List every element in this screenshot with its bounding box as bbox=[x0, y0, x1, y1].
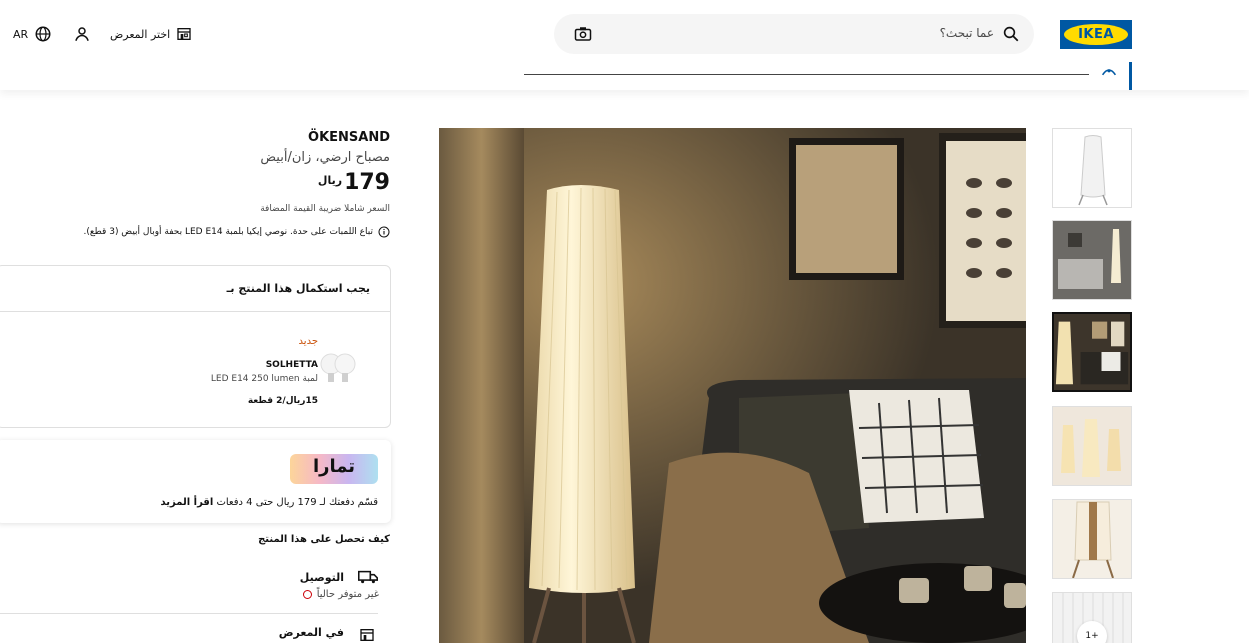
lamp-living-room-photo bbox=[439, 128, 1026, 643]
more-images-button[interactable]: 1+ bbox=[1077, 621, 1107, 643]
unavailable-dot-icon bbox=[302, 590, 312, 599]
required-title: يجب استكمال هذا المنتج بـ bbox=[226, 282, 370, 295]
price-amount: 179 bbox=[344, 170, 390, 195]
store-icon bbox=[177, 28, 191, 40]
bulb-product-image[interactable] bbox=[315, 350, 361, 390]
search-bar[interactable]: عما تبحث؟ bbox=[554, 14, 1034, 54]
product-description: مصباح ارضي، زان/أبيض bbox=[260, 150, 390, 165]
availability-text: غير متوفر حالياً bbox=[316, 589, 379, 600]
thumbnail-image bbox=[1053, 407, 1131, 485]
globe-icon[interactable] bbox=[34, 25, 52, 43]
sub-navigation[interactable] bbox=[524, 67, 1089, 75]
subnav-indicator bbox=[1129, 62, 1132, 90]
thumbnail-image bbox=[1054, 314, 1130, 390]
info-icon bbox=[378, 226, 390, 238]
product-page: IKEA عما تبحث؟ اختر المعرض AR ÖKENSAND م… bbox=[0, 0, 1249, 643]
gallery-thumbnail[interactable] bbox=[1052, 406, 1132, 486]
logo-text: IKEA bbox=[1078, 27, 1114, 42]
thumbnail-image bbox=[1053, 500, 1131, 578]
delivery-availability: غير متوفر حالياً bbox=[302, 589, 379, 600]
accessory-name[interactable]: SOLHETTA bbox=[266, 360, 318, 370]
thumbnail-image bbox=[1053, 221, 1131, 299]
price-currency: ريال bbox=[317, 174, 343, 187]
tamara-logo-text: تمارا bbox=[312, 456, 356, 477]
store-icon bbox=[360, 629, 374, 641]
search-icon[interactable] bbox=[1002, 25, 1020, 43]
bulb-note-text: تباع اللمبات على حدة. نوصي إيكيا بلمبة L… bbox=[83, 227, 373, 237]
in-store-option[interactable]: في المعرض bbox=[279, 626, 344, 639]
vat-note: السعر شاملا ضريبة القيمة المضافة bbox=[260, 204, 390, 214]
language-label[interactable]: AR bbox=[13, 28, 28, 41]
divider bbox=[0, 613, 378, 614]
camera-icon[interactable] bbox=[574, 26, 592, 42]
thumbnail-image bbox=[1078, 135, 1108, 206]
store-selector-label: اختر المعرض bbox=[110, 27, 171, 41]
product-price: ريال 179 bbox=[318, 170, 390, 195]
accessory-price: 15ريال/2 قطعة bbox=[247, 396, 318, 406]
truck-icon bbox=[358, 570, 378, 584]
site-header: IKEA عما تبحث؟ اختر المعرض AR bbox=[0, 0, 1249, 90]
tamara-logo: تمارا bbox=[290, 454, 378, 484]
delivery-option[interactable]: التوصيل bbox=[300, 571, 344, 584]
gallery-thumbnail-selected[interactable] bbox=[1052, 312, 1132, 392]
gallery-thumbnail[interactable] bbox=[1052, 499, 1132, 579]
product-name: ÖKENSAND bbox=[308, 130, 390, 145]
store-selector[interactable]: اختر المعرض bbox=[110, 26, 192, 42]
category-icon[interactable] bbox=[1101, 63, 1117, 77]
accessory-description: لمبة LED E14 250 lumen bbox=[210, 374, 318, 384]
gallery-thumbnail[interactable] bbox=[1052, 220, 1132, 300]
tamara-card: تمارا قسّم دفعتك لـ 179 ريال حتى 4 دفعات… bbox=[0, 440, 391, 523]
user-icon[interactable] bbox=[73, 25, 91, 43]
bulb-note: تباع اللمبات على حدة. نوصي إيكيا بلمبة L… bbox=[83, 226, 390, 238]
required-accessory-card: يجب استكمال هذا المنتج بـ جديد SOLHETTA … bbox=[0, 265, 391, 428]
ikea-logo[interactable]: IKEA bbox=[1060, 20, 1132, 49]
search-input[interactable]: عما تبحث؟ bbox=[940, 26, 994, 40]
tamara-text: قسّم دفعتك لـ 179 ريال حتى 4 دفعات اقرأ … bbox=[161, 497, 378, 508]
how-to-get-title: كيف تحصل على هذا المنتج bbox=[258, 534, 390, 545]
new-badge: جديد bbox=[298, 336, 318, 347]
tamara-installment-text: قسّم دفعتك لـ 179 ريال حتى 4 دفعات bbox=[216, 497, 378, 508]
gallery-thumbnail[interactable] bbox=[1052, 128, 1132, 208]
divider bbox=[0, 311, 390, 312]
main-product-image[interactable] bbox=[439, 128, 1026, 643]
read-more-link[interactable]: اقرأ المزيد bbox=[161, 497, 214, 508]
